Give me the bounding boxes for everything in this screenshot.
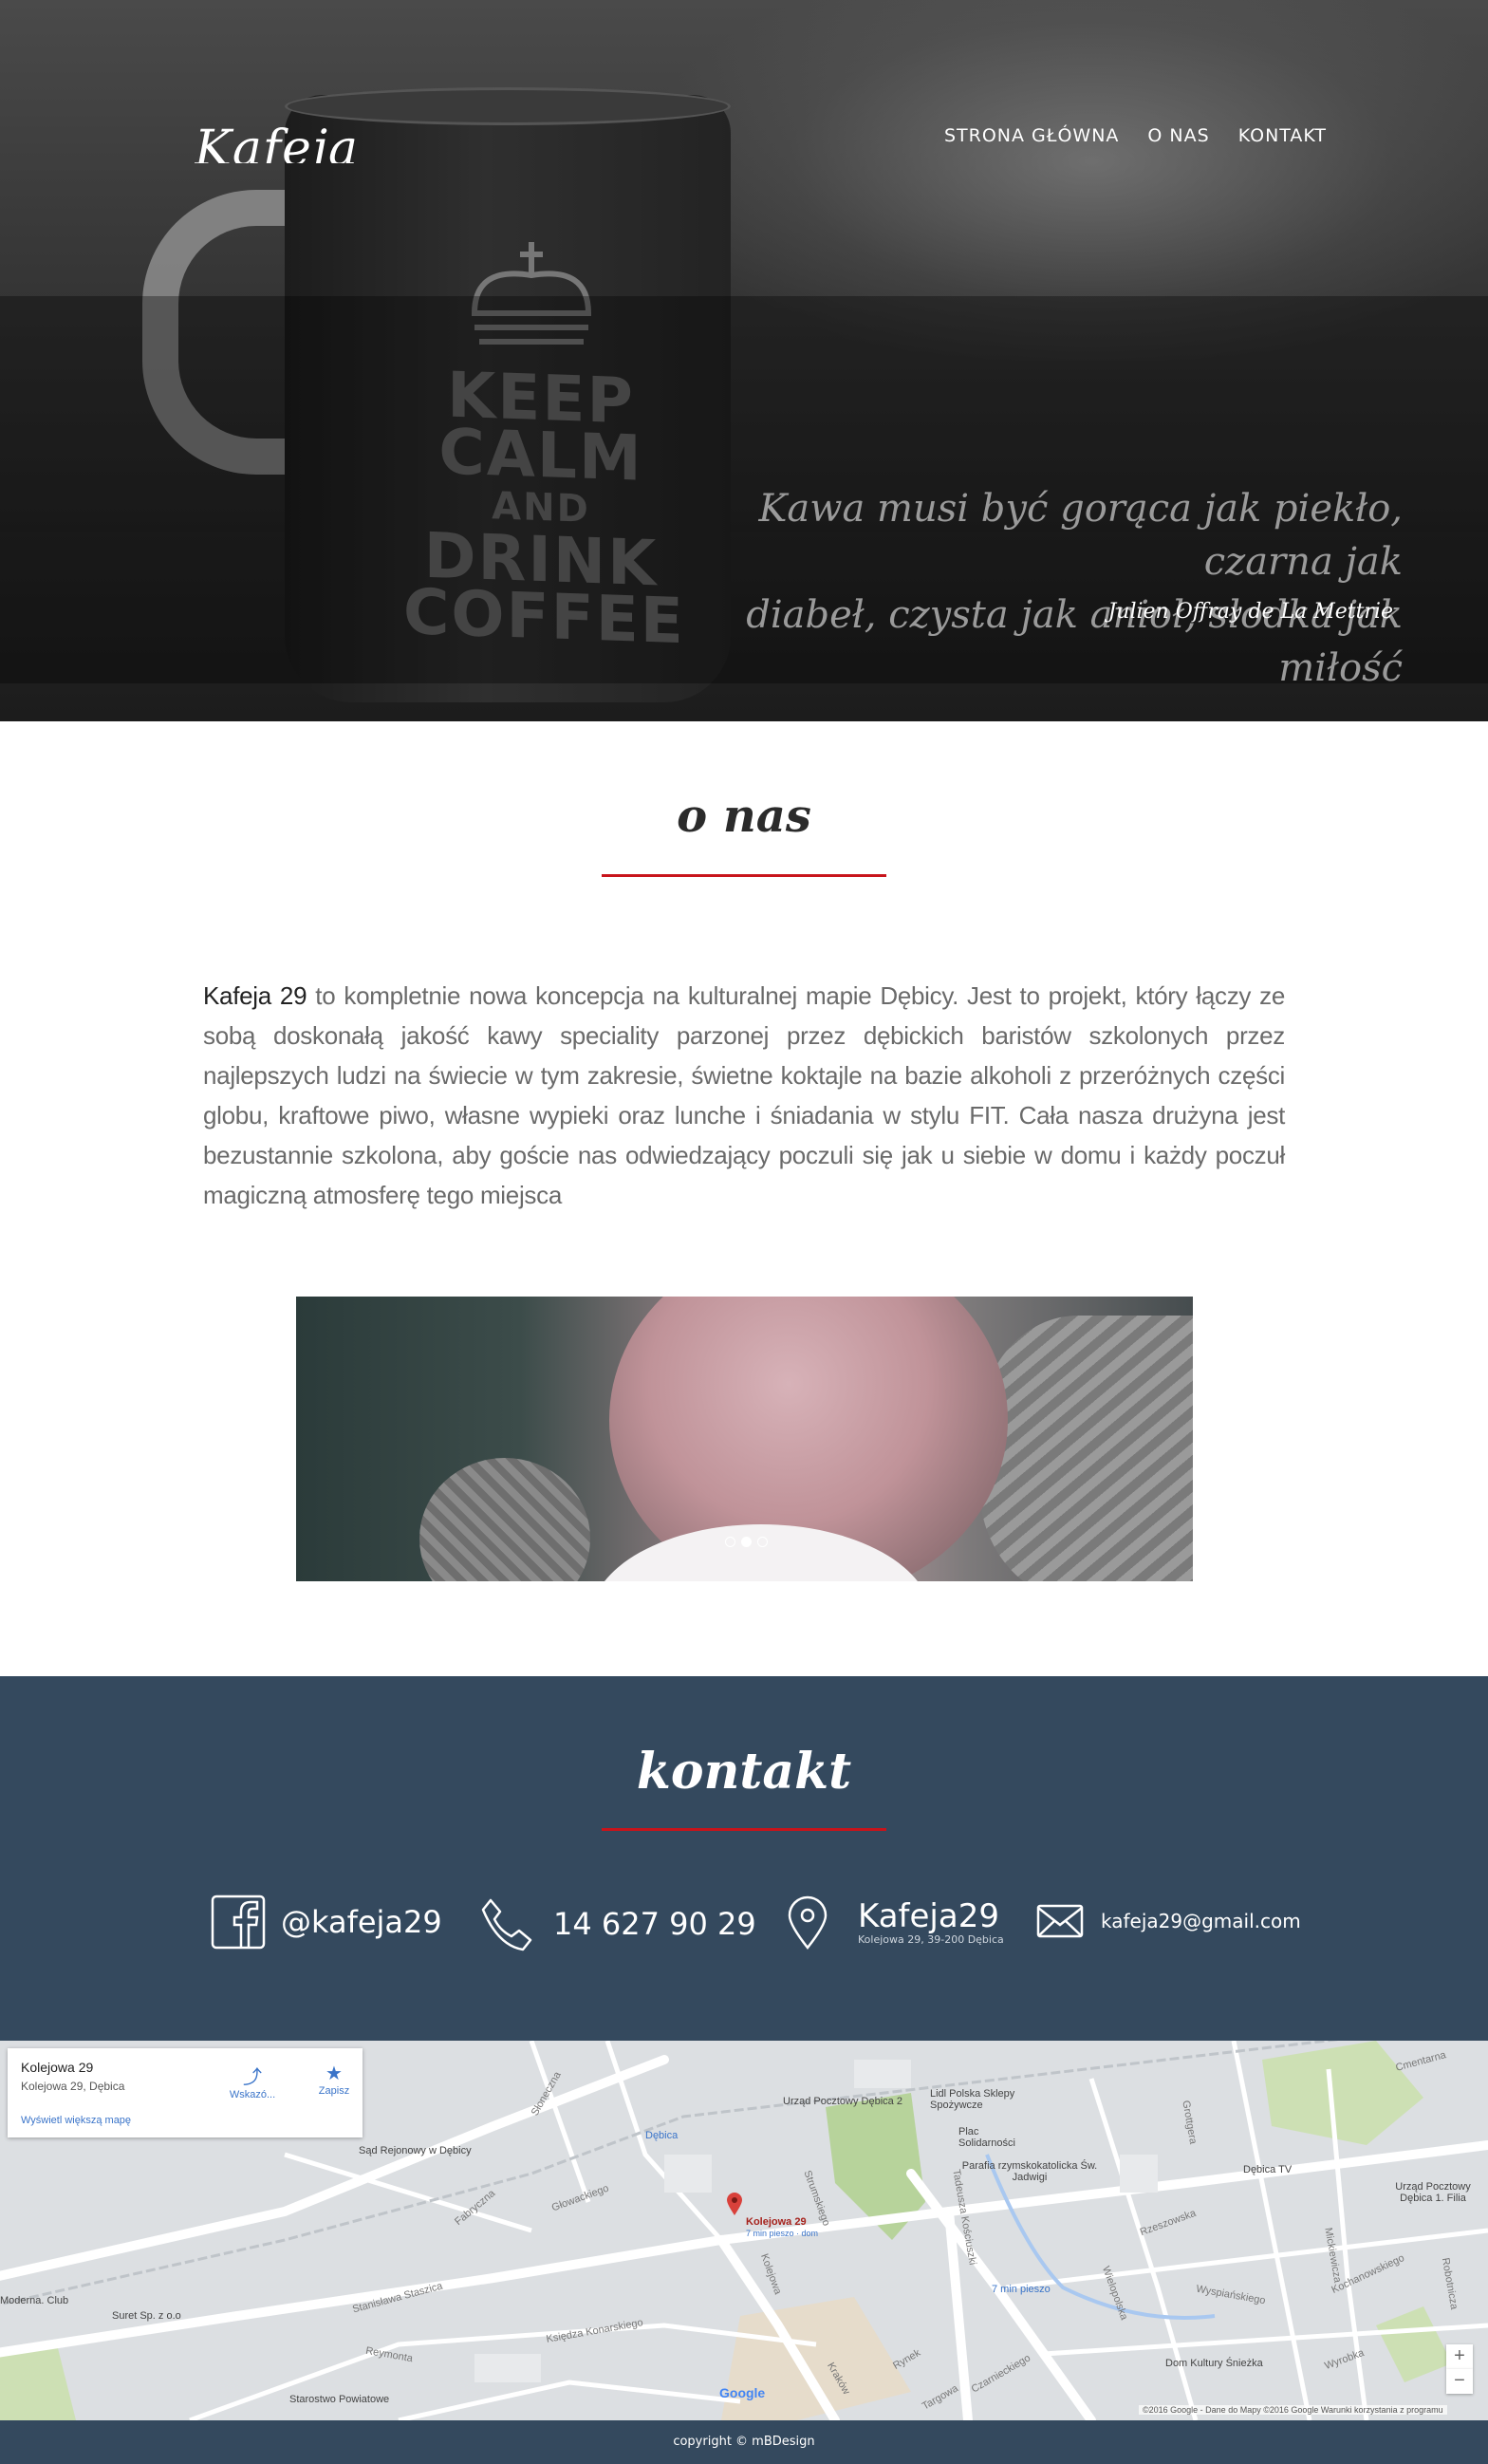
title-divider (602, 1828, 886, 1831)
map-larger-link[interactable]: Wyświetl większą mapę (21, 2115, 131, 2126)
map-label: Sąd Rejonowy w Dębicy (359, 2145, 472, 2156)
map-label: Starostwo Powiatowe (289, 2394, 390, 2405)
location-pin-icon (788, 1895, 828, 1950)
map-label: Plac Solidarności (958, 2126, 1015, 2149)
scarf-right (979, 1316, 1193, 1581)
quote-line: Kawa musi być gorąca jak piekło, czarna … (758, 487, 1403, 584)
hero-quote: Kawa musi być gorąca jak piekło, czarna … (643, 482, 1403, 695)
title-divider (602, 874, 886, 877)
slider-dot[interactable] (725, 1537, 735, 1547)
contact-facebook[interactable]: @kafeja29 (211, 1895, 442, 1950)
image-slider[interactable] (296, 1297, 1193, 1581)
facebook-icon (211, 1895, 266, 1950)
map-info-card: Kolejowa 29 Kolejowa 29, Dębica Wyświetl… (8, 2048, 363, 2137)
location-address: Kolejowa 29, 39-200 Dębica (858, 1932, 1004, 1946)
email-address[interactable]: kafeja29@gmail.com (1101, 1910, 1301, 1932)
map-label: Parafia rzymskokatolicka Św. Jadwigi (961, 2160, 1098, 2183)
map-pin-sublabel: 7 min pieszo · dom (746, 2229, 819, 2238)
slider-dots (725, 1537, 768, 1547)
contact-phone[interactable]: 14 627 90 29 (479, 1896, 756, 1951)
map-label: Suret Sp. z o.o (112, 2310, 181, 2322)
map-label: Dom Kultury Śnieżka (1165, 2358, 1263, 2369)
contact-email[interactable]: kafeja29@gmail.com (1036, 1902, 1301, 1940)
contact-section (0, 1676, 1488, 2041)
map-attribution[interactable]: ©2016 Google - Dane do Mapy ©2016 Google… (1139, 2405, 1447, 2415)
about-body: to kompletnie nowa koncepcja na kultural… (203, 981, 1285, 1209)
map-label: Dębica (645, 2130, 679, 2141)
scarf-left (419, 1458, 590, 1581)
quote-author: Julien Offray de La Mettrie (1107, 600, 1393, 624)
site-logo[interactable]: Kafeja (195, 116, 359, 163)
slider-dot[interactable] (757, 1537, 768, 1547)
about-text: Kafeja 29 to kompletnie nowa koncepcja n… (203, 976, 1285, 1215)
save-label: Zapisz (318, 2085, 350, 2097)
map-zoom-in-button[interactable]: + (1446, 2344, 1473, 2369)
brand-name: Kafeja 29 (203, 981, 307, 1010)
map-card-subtitle: Kolejowa 29, Dębica (21, 2080, 125, 2093)
map-label: Urząd Pocztowy Dębica 2 (783, 2096, 902, 2107)
map-save-button[interactable]: ★ Zapisz (306, 2062, 363, 2097)
location-name: Kafeja29 (858, 1896, 999, 1935)
star-icon: ★ (326, 2063, 343, 2084)
contact-title: kontakt (636, 1743, 852, 1801)
phone-icon (481, 1898, 532, 1951)
map-label: Moderna. Club (0, 2295, 69, 2306)
map-label: 7 min pieszo (992, 2284, 1051, 2295)
main-nav: STRONA GŁÓWNA O NAS KONTAKT (944, 125, 1327, 146)
footer: copyright © mBDesign (0, 2420, 1488, 2464)
google-logo: Google (719, 2385, 766, 2400)
directions-icon: ⤴ (243, 2067, 262, 2088)
directions-label: Wskazó... (229, 2089, 276, 2100)
map-label: Dębica TV (1243, 2164, 1293, 2175)
phone-number[interactable]: 14 627 90 29 (553, 1906, 756, 1942)
map-marker-icon[interactable] (727, 2193, 742, 2215)
map-card-title: Kolejowa 29 (21, 2060, 94, 2075)
slider-dot-active[interactable] (741, 1537, 752, 1547)
map-pin-label: Kolejowa 29 (746, 2216, 807, 2228)
map-label: Lidl Polska Sklepy Spożywcze (930, 2088, 1015, 2111)
contact-location[interactable]: Kafeja29 Kolejowa 29, 39-200 Dębica (780, 1895, 1004, 1950)
mail-icon (1036, 1904, 1084, 1938)
facebook-handle[interactable]: @kafeja29 (281, 1904, 442, 1940)
about-title: o nas (677, 790, 811, 843)
nav-home[interactable]: STRONA GŁÓWNA (944, 125, 1119, 146)
copyright-text: copyright © mBDesign (673, 2435, 815, 2449)
map-label: Urząd Pocztowy Dębica 1. Filia (1395, 2181, 1471, 2204)
nav-contact[interactable]: KONTAKT (1238, 125, 1327, 146)
map-directions-button[interactable]: ⤴ Wskazó... (224, 2062, 281, 2100)
nav-about[interactable]: O NAS (1147, 125, 1209, 146)
map-zoom-out-button[interactable]: − (1446, 2369, 1473, 2394)
